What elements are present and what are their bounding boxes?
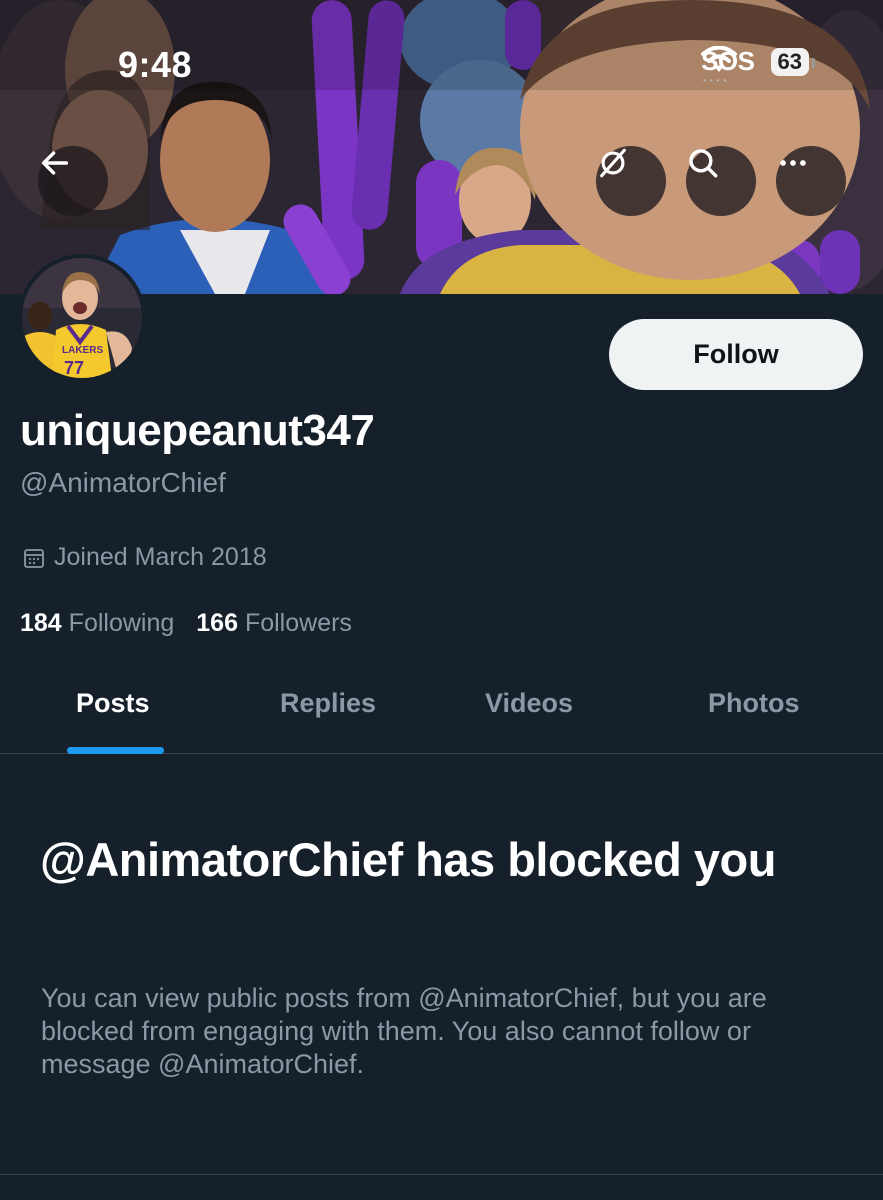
joined-label: Joined March 2018 — [54, 543, 267, 571]
profile-tabs: Posts Replies Videos Photos — [0, 660, 883, 754]
following-count: 184 — [20, 609, 62, 637]
calendar-icon — [24, 548, 44, 568]
more-horizontal-icon — [780, 160, 806, 166]
following-label: Following — [68, 609, 175, 637]
tab-photos[interactable]: Photos — [708, 688, 800, 719]
battery-indicator: 63 — [770, 47, 816, 76]
followers-link[interactable]: 166 Followers — [196, 609, 352, 638]
wifi-icon — [701, 46, 738, 72]
svg-text:77: 77 — [64, 358, 84, 378]
svg-text:LAKERS: LAKERS — [62, 345, 103, 356]
followers-count: 166 — [196, 609, 238, 637]
user-handle: @AnimatorChief — [20, 467, 226, 498]
search-icon — [689, 149, 718, 178]
active-tab-indicator — [67, 747, 164, 754]
tab-posts[interactable]: Posts — [76, 688, 150, 719]
arrow-left-icon — [41, 151, 69, 175]
avatar[interactable]: LAKERS 77 — [18, 254, 146, 382]
status-time: 9:48 — [118, 44, 193, 85]
avatar-photo: LAKERS 77 — [22, 258, 142, 378]
grok-icon — [600, 148, 626, 178]
following-link[interactable]: 184 Following — [20, 609, 174, 638]
divider — [0, 1174, 883, 1175]
joined-date: Joined March 2018 — [22, 543, 267, 572]
followers-label: Followers — [244, 609, 352, 637]
blocked-description: You can view public posts from @Animator… — [41, 983, 767, 1079]
tab-replies[interactable]: Replies — [280, 688, 376, 719]
follow-counts: 184 Following 166 Followers — [20, 609, 352, 638]
search-button[interactable] — [686, 146, 756, 216]
grok-button[interactable] — [596, 146, 666, 216]
display-name: uniquepeanut347 — [20, 406, 375, 455]
back-button[interactable] — [38, 146, 108, 216]
signal-dots-icon: •••• — [703, 76, 731, 85]
profile-banner: 9:48 SOS •••• 63 — [0, 0, 883, 294]
follow-button[interactable]: Follow — [609, 319, 863, 390]
tab-videos[interactable]: Videos — [485, 688, 573, 719]
status-icons: SOS •••• 63 — [701, 46, 816, 85]
blocked-title: @AnimatorChief has blocked you — [40, 833, 776, 886]
more-button[interactable] — [776, 146, 846, 216]
